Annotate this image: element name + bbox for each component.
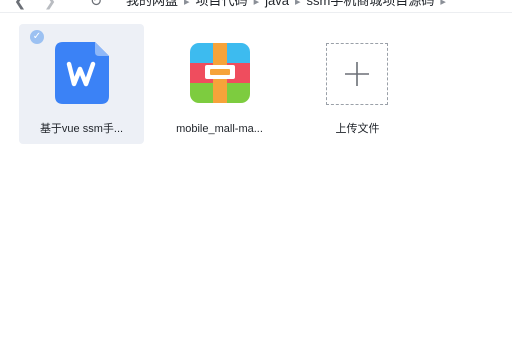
refresh-button[interactable]: ↻	[88, 0, 104, 10]
upload-label[interactable]: 上传文件	[295, 122, 420, 136]
breadcrumb-separator-icon: ▸	[294, 0, 301, 8]
wps-word-icon	[55, 42, 109, 104]
toolbar: ❮ ❯ ↻ 我的网盘 ▸ 项目代码 ▸ java ▸ ssm手机商城项目源码 ▸	[0, 0, 512, 13]
breadcrumb-dropdown-icon[interactable]: ▸	[440, 0, 446, 10]
plus-icon	[345, 62, 369, 86]
file-name[interactable]: mobile_mall-ma...	[157, 122, 282, 136]
upload-button[interactable]	[326, 43, 388, 105]
breadcrumb-item[interactable]: 项目代码	[196, 0, 248, 8]
file-tile[interactable]: ✓ 基于vue ssm手...	[19, 24, 144, 144]
breadcrumb-separator-icon: ▸	[253, 0, 260, 8]
back-button[interactable]: ❮	[12, 0, 28, 10]
file-name[interactable]: 基于vue ssm手...	[19, 122, 144, 136]
checkmark-icon[interactable]: ✓	[30, 30, 44, 44]
breadcrumb-separator-icon: ▸	[184, 0, 190, 8]
rar-archive-icon	[190, 43, 250, 105]
file-tile[interactable]: mobile_mall-ma...	[157, 24, 282, 144]
forward-button[interactable]: ❯	[42, 0, 58, 10]
breadcrumb-current[interactable]: ssm手机商城项目源码	[306, 0, 434, 8]
breadcrumb-item[interactable]: java	[265, 0, 289, 8]
breadcrumb: 我的网盘 ▸ 项目代码 ▸ java ▸ ssm手机商城项目源码 ▸	[126, 0, 452, 9]
breadcrumb-item[interactable]: 我的网盘	[126, 0, 178, 8]
upload-tile[interactable]: 上传文件	[295, 24, 420, 144]
